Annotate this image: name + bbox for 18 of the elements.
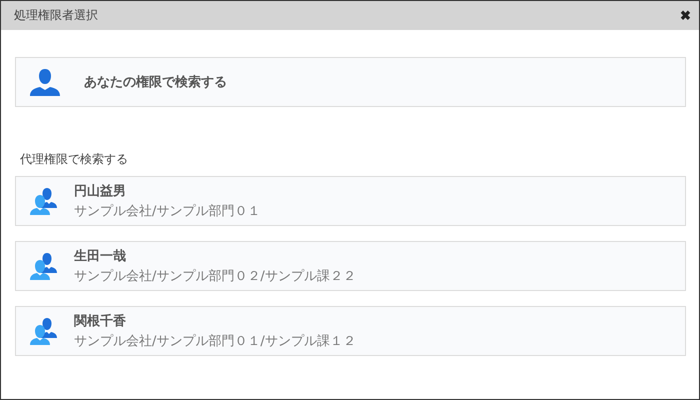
proxy-option[interactable]: 生田一哉 サンプル会社/サンプル部門０２/サンプル課２２ xyxy=(15,241,686,291)
people-icon xyxy=(30,187,58,215)
person-name: 生田一哉 xyxy=(74,248,127,265)
organization-path: サンプル会社/サンプル部門０１ xyxy=(74,203,260,220)
people-icon xyxy=(30,317,58,345)
organization-path: サンプル会社/サンプル部門０２/サンプル課２２ xyxy=(74,268,356,285)
own-authority-option[interactable]: あなたの権限で検索する xyxy=(15,57,686,107)
person-icon xyxy=(30,68,60,96)
option-label: あなたの権限で検索する xyxy=(84,74,227,91)
window-title: 処理権限者選択 xyxy=(14,7,98,24)
organization-path: サンプル会社/サンプル部門０１/サンプル課１２ xyxy=(74,333,356,350)
section-label: 代理権限で検索する xyxy=(20,151,129,168)
people-icon xyxy=(30,252,58,280)
close-button[interactable]: ✖ xyxy=(680,8,691,23)
person-name: 円山益男 xyxy=(74,183,127,200)
person-name: 関根千香 xyxy=(74,312,127,330)
proxy-option[interactable]: 円山益男 サンプル会社/サンプル部門０１ xyxy=(15,176,686,226)
proxy-option[interactable]: 関根千香 サンプル会社/サンプル部門０１/サンプル課１２ xyxy=(15,306,686,356)
